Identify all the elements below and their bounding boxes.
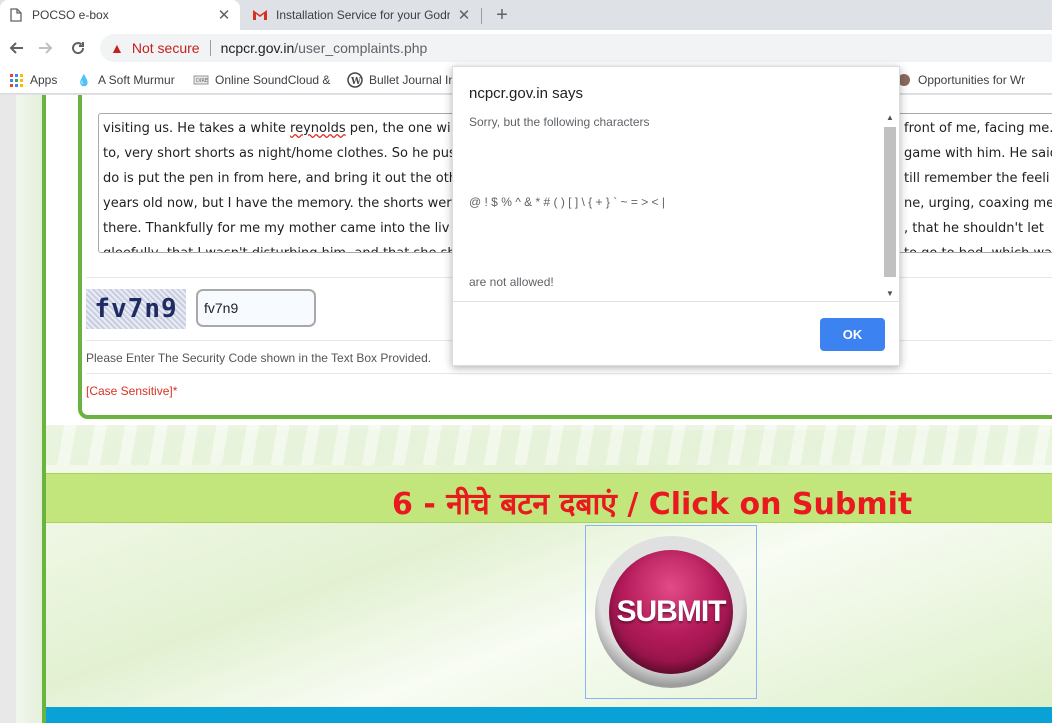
- submit-button[interactable]: SUBMIT: [585, 525, 757, 699]
- bookmark-label: Apps: [30, 73, 58, 87]
- url-domain: ncpcr.gov.in: [220, 40, 295, 56]
- bookmark-apps[interactable]: Apps: [8, 72, 57, 88]
- wordpress-icon: W: [347, 72, 363, 88]
- tab-title: Installation Service for your Godr: [276, 8, 450, 22]
- page-border-line: [42, 95, 46, 723]
- submit-label: SUBMIT: [616, 595, 727, 628]
- url-path: /user_complaints.php: [294, 40, 428, 56]
- alert-dialog: ncpcr.gov.in says Sorry, but the followi…: [452, 66, 900, 366]
- textarea-line-right: to go to bed, which wa: [904, 241, 1052, 252]
- divider: [209, 40, 211, 56]
- tab-installation[interactable]: Installation Service for your Godr ✕: [244, 0, 480, 30]
- dialog-line: Sorry, but the following characters: [469, 115, 650, 129]
- dialog-scrollbar[interactable]: ▲ ▼: [883, 111, 897, 303]
- toolbar: ▲ Not secure ncpcr.gov.in/user_complaint…: [0, 30, 1052, 66]
- background-stripes: [46, 425, 1052, 465]
- warning-triangle-icon: ▲: [110, 40, 124, 56]
- textarea-line-right: , that he shouldn't let: [904, 221, 1044, 236]
- not-secure-label: Not secure: [131, 40, 200, 56]
- row-divider: [86, 373, 1052, 374]
- scroll-up-icon[interactable]: ▲: [885, 113, 895, 125]
- bookmark-label: A Soft Murmur: [98, 73, 175, 87]
- submit-ring: SUBMIT: [595, 536, 747, 688]
- forward-icon[interactable]: [34, 36, 58, 60]
- scroll-down-icon[interactable]: ▼: [885, 289, 895, 301]
- reload-icon[interactable]: [66, 36, 90, 60]
- dialog-line: are not allowed!: [469, 275, 554, 289]
- textarea-line-right: till remember the feeli: [904, 171, 1050, 186]
- dialog-divider: [453, 301, 900, 302]
- ok-button[interactable]: OK: [820, 318, 885, 351]
- tab-separator: [481, 8, 482, 24]
- gmail-icon: [252, 7, 268, 23]
- bookmark-soundcloud[interactable]: DIRE Online SoundCloud &: [193, 72, 330, 88]
- address-bar[interactable]: ▲ Not secure ncpcr.gov.in/user_complaint…: [100, 34, 1052, 62]
- close-icon[interactable]: ✕: [216, 7, 232, 24]
- dialog-chars: @ ! $ % ^ & * # ( ) [ ] \ { + } ` ~ = > …: [469, 195, 666, 209]
- footer-bar: [46, 707, 1052, 723]
- svg-text:W: W: [350, 77, 362, 87]
- svg-text:DIRE: DIRE: [196, 78, 208, 84]
- textarea-line-right: front of me, facing me.: [904, 121, 1052, 136]
- bookmark-soft-murmur[interactable]: 💧 A Soft Murmur: [76, 72, 175, 88]
- soundcloud-icon: DIRE: [193, 72, 209, 88]
- case-sensitive-note: [Case Sensitive]*: [86, 384, 178, 398]
- textarea-line-right: game with him. He said: [904, 146, 1052, 161]
- bookmark-label: Online SoundCloud &: [215, 73, 331, 87]
- textarea-right-column: front of me, facing me. game with him. H…: [904, 116, 1052, 252]
- back-icon[interactable]: [4, 36, 28, 60]
- apps-grid-icon: [8, 72, 24, 88]
- new-tab-button[interactable]: +: [490, 3, 514, 27]
- dialog-origin: ncpcr.gov.in says: [469, 85, 583, 102]
- bookmark-label: Opportunities for Wr: [918, 73, 1026, 87]
- spellcheck-word: reynolds: [290, 121, 346, 136]
- bookmark-bullet-journal[interactable]: W Bullet Journal In: [347, 72, 455, 88]
- page-left-margin: [0, 95, 16, 723]
- dialog-message: Sorry, but the following characters @ ! …: [453, 111, 900, 303]
- step6-band: 6 - नीचे बटन दबाएं / Click on Submit: [46, 473, 1052, 523]
- background-swoosh: [46, 430, 1052, 710]
- scrollbar-thumb[interactable]: [884, 127, 896, 277]
- captcha-image: fv7n9: [86, 289, 186, 329]
- page-icon: [8, 7, 24, 23]
- page-left-band: [16, 95, 42, 723]
- captcha-help-text: Please Enter The Security Code shown in …: [86, 351, 432, 365]
- tab-pocso[interactable]: POCSO e-box ✕: [0, 0, 240, 30]
- textarea-line-right: ne, urging, coaxing me: [904, 196, 1052, 211]
- bookmark-opportunities[interactable]: Opportunities for Wr: [896, 72, 1025, 88]
- bookmark-label: Bullet Journal In: [369, 73, 456, 87]
- submit-face: SUBMIT: [609, 550, 733, 674]
- tab-strip: POCSO e-box ✕ Installation Service for y…: [0, 0, 1052, 30]
- tab-title: POCSO e-box: [32, 8, 109, 22]
- captcha-input[interactable]: fv7n9: [196, 289, 316, 327]
- close-icon[interactable]: ✕: [456, 7, 472, 24]
- step6-heading: 6 - नीचे बटन दबाएं / Click on Submit: [392, 487, 913, 522]
- drop-icon: 💧: [77, 74, 91, 87]
